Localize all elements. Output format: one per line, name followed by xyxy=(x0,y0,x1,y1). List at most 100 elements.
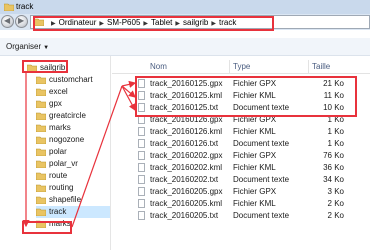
nav-folder-item[interactable]: nogozone xyxy=(36,134,110,146)
file-list: Nom Type Taille track_20160125.gpx Fichie… xyxy=(112,56,370,250)
text-file-icon xyxy=(138,151,145,160)
file-row[interactable]: track_20160205.kml Fichier KML 2 Ko xyxy=(112,198,370,210)
chevron-right-icon[interactable]: ▶ xyxy=(99,21,104,27)
chevron-right-icon[interactable]: ▶ xyxy=(143,21,148,27)
folder-icon xyxy=(36,208,46,216)
file-size: 1 Ko xyxy=(327,115,344,124)
chevron-right-icon[interactable]: ▶ xyxy=(175,21,180,27)
file-type: Fichier KML xyxy=(233,127,276,136)
nav-folder-item[interactable]: greatcircle xyxy=(36,110,110,122)
text-file-icon xyxy=(138,139,145,148)
address-bar[interactable]: ▶ Ordinateur ▶ SM-P605 ▶ Tablet ▶ sailgrib ▶ trac… xyxy=(30,15,370,29)
chevron-right-icon[interactable]: ▶ xyxy=(211,21,216,27)
file-type: Fichier KML xyxy=(233,91,276,100)
nav-folder-item[interactable]: track xyxy=(36,206,110,218)
folder-icon xyxy=(36,100,46,108)
title-bar: track xyxy=(0,0,370,14)
folder-icon xyxy=(36,88,46,96)
nav-folder-label: marks xyxy=(49,219,71,228)
column-name[interactable]: Nom xyxy=(150,62,167,71)
file-size: 21 Ko xyxy=(323,79,344,88)
navigation-bar: ◀ ▶ ▶ Ordinateur ▶ SM-P605 ▶ Tablet ▶ sailgrib ▶… xyxy=(0,14,370,30)
nav-folder-item[interactable]: polar_vr xyxy=(36,158,110,170)
file-type: Fichier KML xyxy=(233,163,276,172)
nav-folder-item[interactable]: excel xyxy=(36,86,110,98)
folder-icon xyxy=(36,196,46,204)
nav-folder-item[interactable]: marks xyxy=(36,122,110,134)
file-row[interactable]: track_20160125.txt Document texte 10 Ko xyxy=(112,102,370,114)
file-name: track_20160205.gpx xyxy=(150,187,223,196)
forward-button[interactable]: ▶ xyxy=(15,15,28,28)
breadcrumb-item[interactable]: sailgrib xyxy=(183,18,208,27)
back-button[interactable]: ◀ xyxy=(1,15,14,28)
file-type: Document texte xyxy=(233,211,290,220)
back-arrow-icon: ◀ xyxy=(4,16,11,25)
file-name: track_20160202.txt xyxy=(150,175,219,184)
navigation-pane: sailgrib customchart excel gpx greatcircle ma… xyxy=(0,56,110,250)
nav-folder-label: route xyxy=(49,171,68,180)
file-row[interactable]: track_20160202.gpx Fichier GPX 76 Ko xyxy=(112,150,370,162)
file-size: 34 Ko xyxy=(323,175,344,184)
nav-folder-item[interactable]: customchart xyxy=(36,74,110,86)
file-name: track_20160202.kml xyxy=(150,163,223,172)
file-type: Fichier GPX xyxy=(233,79,277,88)
breadcrumb: ▶ Ordinateur ▶ SM-P605 ▶ Tablet ▶ sailgrib ▶ trac… xyxy=(48,18,236,27)
file-name: track_20160205.txt xyxy=(150,211,219,220)
folder-icon xyxy=(34,18,44,26)
nav-folder-label: nogozone xyxy=(49,135,85,144)
file-row[interactable]: track_20160202.kml Fichier KML 36 Ko xyxy=(112,162,370,174)
file-size: 76 Ko xyxy=(323,151,344,160)
file-name: track_20160126.txt xyxy=(150,139,219,148)
nav-folder-item[interactable]: polar xyxy=(36,146,110,158)
nav-folder-item[interactable]: sailgrib xyxy=(27,62,101,74)
nav-folder-label: track xyxy=(49,207,67,216)
folder-icon xyxy=(4,3,14,11)
chevron-down-icon: ▼ xyxy=(43,45,50,51)
file-name: track_20160125.kml xyxy=(150,91,223,100)
organize-button[interactable]: Organiser ▼ xyxy=(6,42,49,51)
file-row[interactable]: track_20160125.gpx Fichier GPX 21 Ko xyxy=(112,78,370,90)
file-row[interactable]: track_20160202.txt Document texte 34 Ko xyxy=(112,174,370,186)
text-file-icon xyxy=(138,115,145,124)
file-row[interactable]: track_20160126.kml Fichier KML 1 Ko xyxy=(112,126,370,138)
nav-folder-item[interactable]: gpx xyxy=(36,98,110,110)
nav-folder-item[interactable]: marks xyxy=(36,218,110,230)
nav-folder-item[interactable]: route xyxy=(36,170,110,182)
breadcrumb-item[interactable]: Ordinateur xyxy=(59,18,97,27)
file-size: 3 Ko xyxy=(327,187,344,196)
breadcrumb-item[interactable]: Tablet xyxy=(151,18,172,27)
nav-folder-label: excel xyxy=(49,87,68,96)
window-title: track xyxy=(16,2,34,11)
file-name: track_20160126.gpx xyxy=(150,115,223,124)
pane-splitter[interactable] xyxy=(110,56,111,250)
file-row[interactable]: track_20160125.kml Fichier KML 11 Ko xyxy=(112,90,370,102)
nav-folder-item[interactable]: routing xyxy=(36,182,110,194)
nav-folder-label: customchart xyxy=(49,75,93,84)
chevron-right-icon[interactable]: ▶ xyxy=(51,21,56,27)
file-row[interactable]: track_20160205.txt Document texte 2 Ko xyxy=(112,210,370,222)
file-type: Document texte xyxy=(233,139,290,148)
folder-icon xyxy=(36,112,46,120)
file-name: track_20160125.gpx xyxy=(150,79,223,88)
nav-folder-item[interactable]: shapefile xyxy=(36,194,110,206)
command-bar: Organiser ▼ xyxy=(0,38,370,56)
file-type: Document texte xyxy=(233,175,290,184)
folder-icon xyxy=(36,220,46,228)
breadcrumb-item[interactable]: SM-P605 xyxy=(107,18,140,27)
file-type: Fichier KML xyxy=(233,199,276,208)
forward-arrow-icon: ▶ xyxy=(18,16,25,25)
file-name: track_20160202.gpx xyxy=(150,151,223,160)
organize-label: Organiser xyxy=(6,42,42,51)
nav-folder-label: greatcircle xyxy=(49,111,86,120)
text-file-icon xyxy=(138,211,145,220)
file-row[interactable]: track_20160205.gpx Fichier GPX 3 Ko xyxy=(112,186,370,198)
text-file-icon xyxy=(138,163,145,172)
text-file-icon xyxy=(138,79,145,88)
column-size[interactable]: Taille xyxy=(312,62,330,71)
nav-folder-label: polar xyxy=(49,147,67,156)
file-row[interactable]: track_20160126.gpx Fichier GPX 1 Ko xyxy=(112,114,370,126)
file-row[interactable]: track_20160126.txt Document texte 1 Ko xyxy=(112,138,370,150)
column-type[interactable]: Type xyxy=(233,62,250,71)
breadcrumb-item[interactable]: track xyxy=(219,18,236,27)
text-file-icon xyxy=(138,91,145,100)
